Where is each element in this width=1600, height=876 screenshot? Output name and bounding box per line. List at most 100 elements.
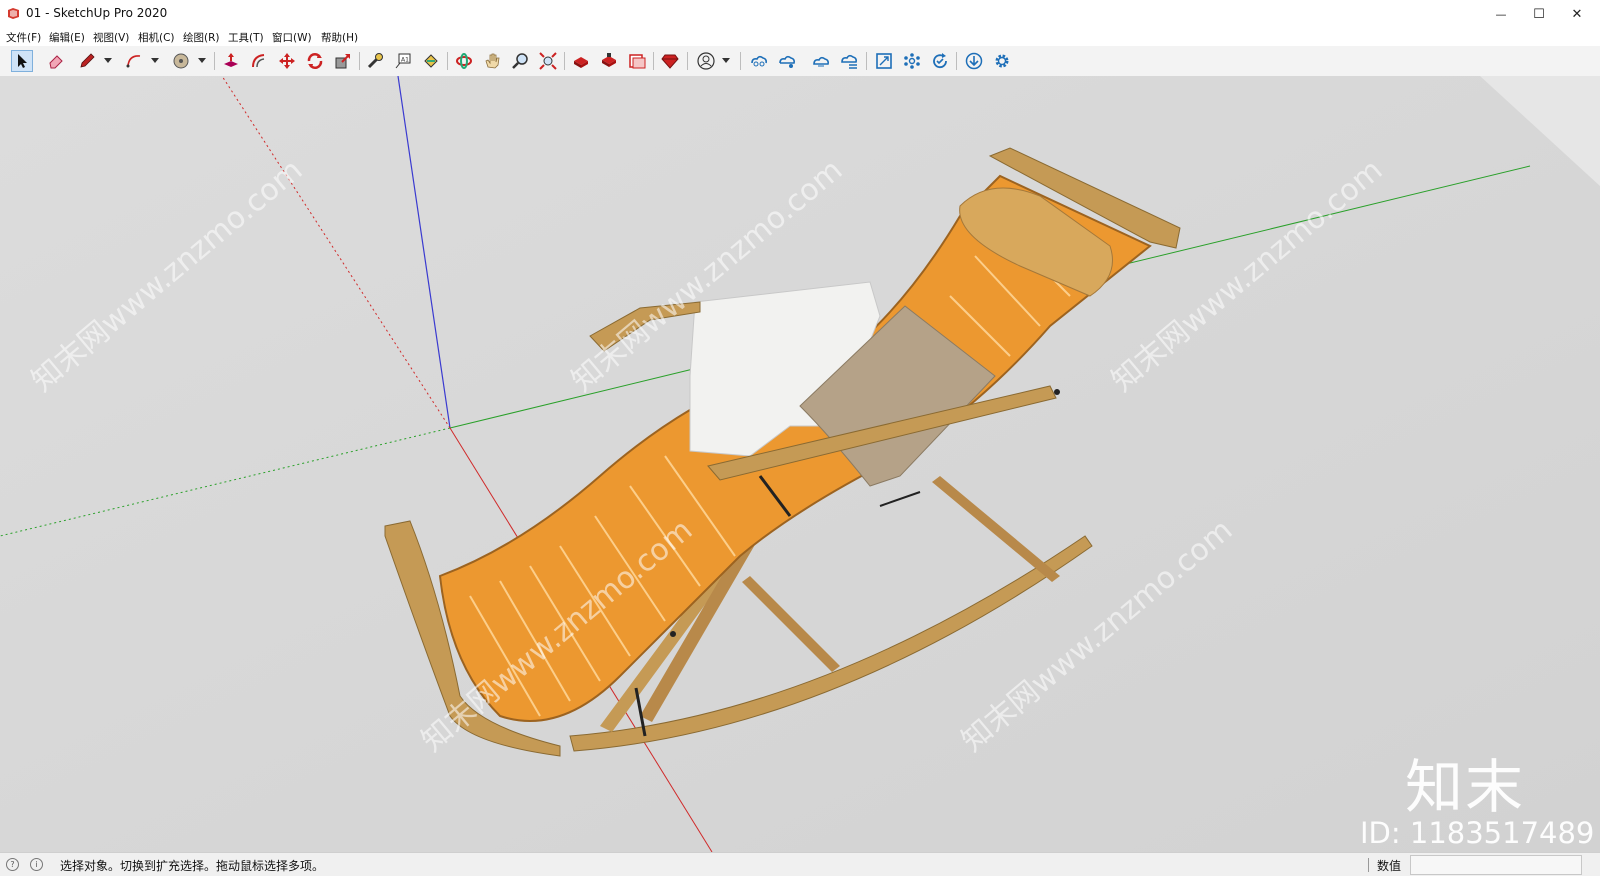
refresh-check-icon [933, 53, 947, 69]
status-text: 选择对象。切换到扩充选择。拖动鼠标选择多项。 [60, 859, 325, 873]
menu-draw[interactable]: 绘图(R) [183, 30, 220, 45]
pencil-icon [80, 53, 95, 68]
trimble-connect-button-3[interactable] [810, 50, 832, 72]
tape-measure-tool-button[interactable] [364, 50, 386, 72]
measurements-input[interactable] [1410, 855, 1582, 875]
status-divider [1368, 858, 1369, 872]
refresh-view-button[interactable] [929, 50, 951, 72]
download-button[interactable] [963, 50, 985, 72]
offset-tool-button[interactable] [248, 50, 270, 72]
zoom-extents-tool-button[interactable] [537, 50, 559, 72]
watermark-logo: 知末 [1405, 753, 1526, 821]
cloud-sync-icon [813, 56, 829, 67]
arc-icon [126, 55, 141, 68]
eraser-icon [49, 55, 63, 69]
toolbar-separator [214, 52, 215, 70]
arrow-cursor-icon [18, 54, 27, 68]
push-pull-icon [224, 53, 238, 67]
model-viewport[interactable]: 知末网www.znzmo.com 知末网www.znzmo.com 知末网www… [0, 76, 1600, 852]
scale-tool-button[interactable] [332, 50, 354, 72]
offset-icon [252, 54, 265, 68]
cloud-link-icon [751, 55, 767, 67]
circle-shape-icon [173, 53, 189, 69]
info-icon[interactable]: i [30, 858, 43, 871]
menu-edit[interactable]: 编辑(E) [49, 30, 85, 45]
trimble-connect-button-2[interactable] [776, 50, 798, 72]
orbit-icon [456, 53, 472, 69]
menu-view[interactable]: 视图(V) [93, 30, 129, 45]
pencil-dropdown-arrow[interactable] [104, 58, 112, 63]
download-icon [965, 52, 983, 70]
eraser-tool-button[interactable] [45, 50, 67, 72]
cloud-share-icon [779, 55, 795, 68]
frame-icon [876, 53, 892, 69]
text-icon: A1 [395, 53, 411, 69]
menu-tools[interactable]: 工具(T) [228, 30, 264, 45]
toolbar-separator [740, 52, 741, 70]
measurements-label: 数值 [1377, 859, 1402, 873]
zoom-extents-icon [539, 52, 557, 70]
paint-bucket-tool-button[interactable] [420, 50, 442, 72]
toolbar: A1 [0, 46, 1600, 77]
menu-bar: 文件(F) 编辑(E) 视图(V) 相机(C) 绘图(R) 工具(T) 窗口(W… [0, 28, 1600, 46]
rotate-icon [307, 53, 323, 69]
push-pull-tool-button[interactable] [220, 50, 242, 72]
scale-icon [335, 54, 350, 69]
extension-manager-button[interactable] [659, 50, 681, 72]
send-to-layout-button[interactable] [626, 50, 648, 72]
menu-camera[interactable]: 相机(C) [138, 30, 175, 45]
toolbar-separator [564, 52, 565, 70]
select-tool-button[interactable] [11, 50, 33, 72]
sketchup-logo-icon [8, 8, 19, 19]
settings-button[interactable] [991, 50, 1013, 72]
watermark-id: ID: 1183517489 [1360, 816, 1595, 850]
menu-file[interactable]: 文件(F) [6, 30, 41, 45]
arc-dropdown-arrow[interactable] [151, 58, 159, 63]
toolbar-separator [447, 52, 448, 70]
warehouse-icon [574, 57, 588, 68]
view-fit-button[interactable] [873, 50, 895, 72]
trimble-connect-button-1[interactable] [748, 50, 770, 72]
text-tool-button[interactable]: A1 [392, 50, 414, 72]
move-tool-button[interactable] [276, 50, 298, 72]
status-bar: ? i 选择对象。切换到扩充选择。拖动鼠标选择多项。 数值 [0, 852, 1600, 876]
toolbar-separator [687, 52, 688, 70]
tape-measure-icon [367, 53, 383, 69]
components-view-button[interactable] [901, 50, 923, 72]
toolbar-separator [359, 52, 360, 70]
account-dropdown-arrow[interactable] [722, 58, 730, 63]
shapes-dropdown-arrow[interactable] [198, 58, 206, 63]
toolbar-separator [956, 52, 957, 70]
close-icon: ✕ [1571, 6, 1583, 22]
gear-icon [995, 54, 1009, 68]
account-button[interactable] [695, 50, 717, 72]
pencil-tool-button[interactable] [76, 50, 98, 72]
orbit-tool-button[interactable] [453, 50, 475, 72]
user-icon [697, 52, 715, 70]
geo-location-icon[interactable]: ? [6, 858, 19, 871]
pan-tool-button[interactable] [481, 50, 503, 72]
layout-icon [629, 54, 646, 69]
trimble-connect-button-4[interactable] [838, 50, 860, 72]
menu-window[interactable]: 窗口(W) [272, 30, 312, 45]
magnifier-icon [512, 53, 528, 69]
cloud-list-icon [841, 54, 857, 69]
maximize-icon: ☐ [1533, 6, 1545, 22]
toolbar-separator [866, 52, 867, 70]
move-icon [279, 53, 295, 69]
rotate-tool-button[interactable] [304, 50, 326, 72]
window-title: 01 - SketchUp Pro 2020 [26, 6, 168, 20]
zoom-tool-button[interactable] [509, 50, 531, 72]
arc-tool-button[interactable] [123, 50, 145, 72]
close-button[interactable]: ✕ [1554, 0, 1600, 28]
3d-warehouse-button[interactable] [570, 50, 592, 72]
title-bar: 01 - SketchUp Pro 2020 — ☐ ✕ [0, 0, 1600, 28]
paint-bucket-icon [424, 54, 438, 68]
extension-warehouse-icon [602, 53, 616, 67]
shapes-tool-button[interactable] [170, 50, 192, 72]
ruby-gem-icon [661, 54, 679, 69]
menu-help[interactable]: 帮助(H) [321, 30, 358, 45]
nodes-icon [904, 53, 920, 69]
extension-warehouse-button[interactable] [598, 50, 620, 72]
toolbar-separator [653, 52, 654, 70]
